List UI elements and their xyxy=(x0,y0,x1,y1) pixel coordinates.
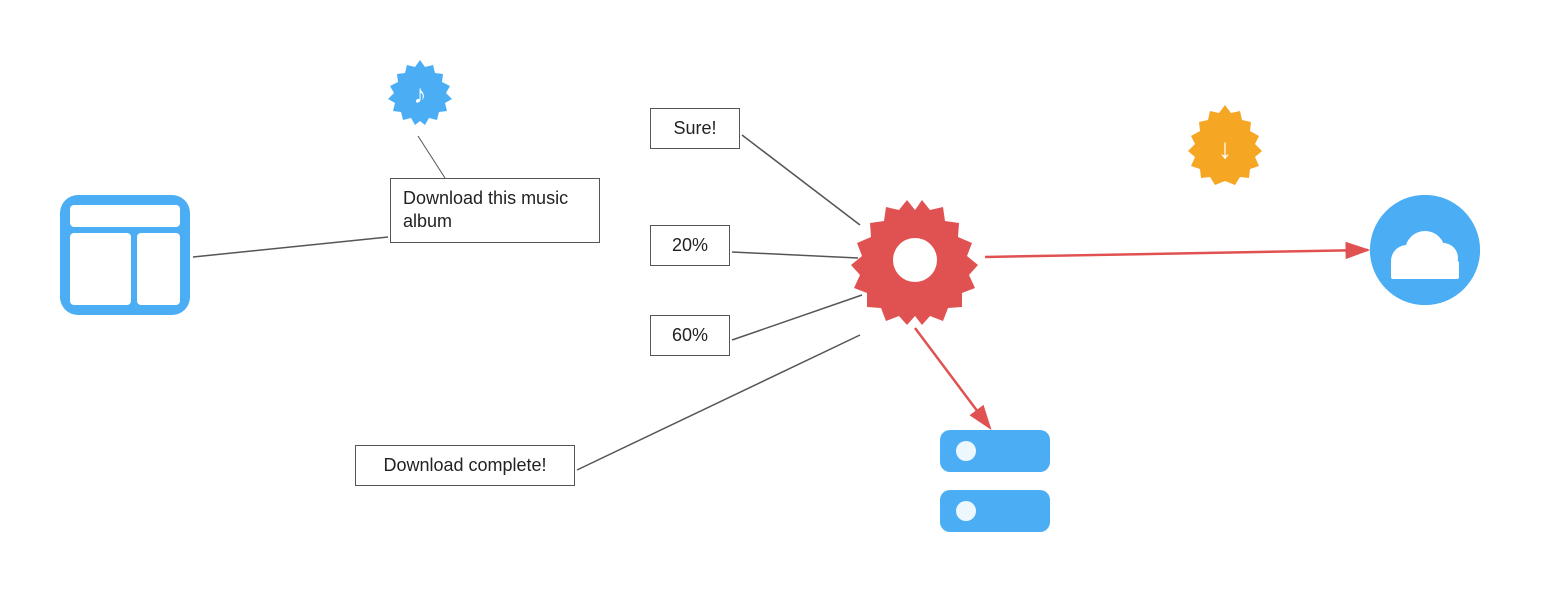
diagram-arrows xyxy=(0,0,1550,600)
svg-text:↓: ↓ xyxy=(1218,133,1232,164)
browser-right-panel xyxy=(137,233,181,305)
browser-icon xyxy=(60,195,190,315)
diagram-container: ♪ Download this music album Sure! 20% 60… xyxy=(0,0,1550,600)
db-circle-2 xyxy=(956,501,976,521)
browser-bottom xyxy=(70,233,180,305)
twenty-percent-label: 20% xyxy=(672,235,708,255)
download-badge-icon: ↓ xyxy=(1180,100,1270,190)
db-circle-1 xyxy=(956,441,976,461)
browser-top-bar xyxy=(70,205,180,227)
gear-settings-icon xyxy=(850,195,980,325)
sixty-percent-label: 60% xyxy=(672,325,708,345)
sure-text-box: Sure! xyxy=(650,108,740,149)
download-complete-text-box: Download complete! xyxy=(355,445,575,486)
download-album-text-box: Download this music album xyxy=(390,178,600,243)
sixty-percent-text-box: 60% xyxy=(650,315,730,356)
download-complete-label: Download complete! xyxy=(383,455,546,475)
database-block-2 xyxy=(940,490,1050,532)
svg-text:♪: ♪ xyxy=(414,79,427,109)
browser-left-panel xyxy=(70,233,131,305)
cloud-icon xyxy=(1370,195,1480,305)
sure-label: Sure! xyxy=(673,118,716,138)
download-album-label: Download this music album xyxy=(403,188,568,231)
twenty-percent-text-box: 20% xyxy=(650,225,730,266)
music-badge-icon: ♪ xyxy=(380,55,460,135)
database-block-1 xyxy=(940,430,1050,472)
